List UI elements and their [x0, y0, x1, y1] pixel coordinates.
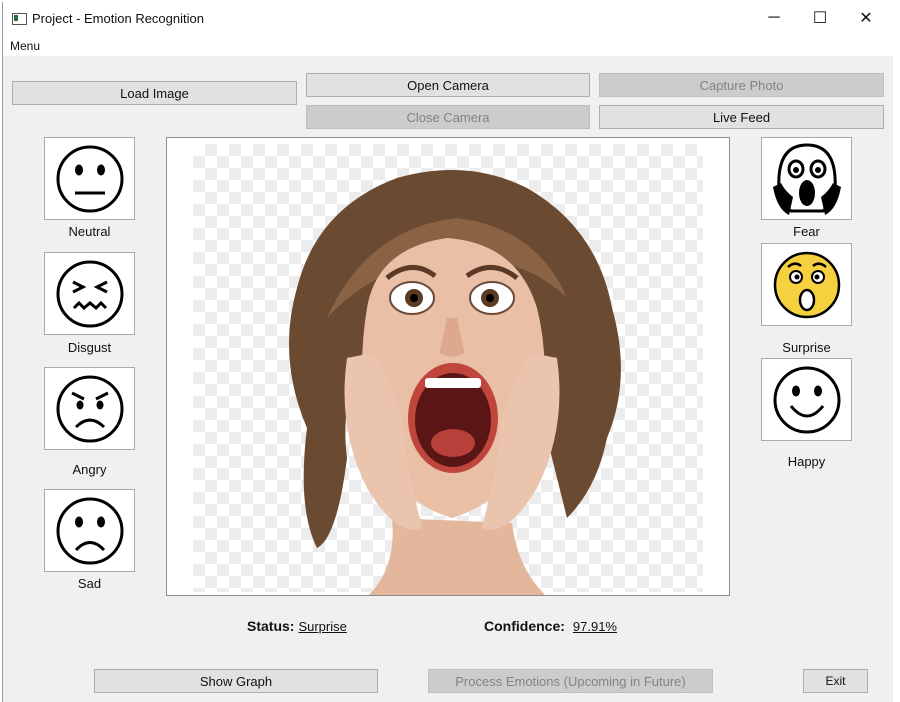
emotion-card-surprise: [761, 243, 852, 326]
capture-photo-button[interactable]: Capture Photo: [599, 73, 884, 97]
app-window: Project - Emotion Recognition ─ ☐ ✕ Menu…: [2, 2, 893, 702]
emotion-label-neutral: Neutral: [68, 224, 111, 239]
surprise-face-icon: [773, 251, 840, 318]
window-title: Project - Emotion Recognition: [32, 11, 204, 26]
minimize-icon: ─: [768, 9, 780, 26]
angry-face-icon: [56, 375, 123, 442]
status-display: Status: Surprise: [247, 618, 347, 634]
confidence-display: Confidence: 97.91%: [484, 618, 617, 634]
load-image-button[interactable]: Load Image: [12, 81, 297, 105]
sad-face-icon: [56, 497, 123, 564]
close-icon: ✕: [859, 10, 873, 27]
emotion-label-surprise: Surprise: [782, 340, 831, 355]
happy-face-icon: [773, 366, 840, 433]
status-label: Status:: [247, 618, 295, 634]
close-camera-button[interactable]: Close Camera: [306, 105, 590, 129]
maximize-button[interactable]: ☐: [797, 2, 843, 34]
neutral-face-icon: [56, 145, 123, 212]
image-display: [166, 137, 730, 596]
confidence-label: Confidence:: [484, 618, 565, 634]
open-camera-button[interactable]: Open Camera: [306, 73, 590, 97]
emotion-card-neutral: [44, 137, 135, 220]
menu-bar: Menu: [3, 34, 893, 56]
title-bar: Project - Emotion Recognition ─ ☐ ✕: [3, 2, 893, 34]
close-button[interactable]: ✕: [843, 2, 889, 34]
emotion-label-disgust: Disgust: [67, 340, 112, 355]
emotion-card-sad: [44, 489, 135, 572]
emotion-label-angry: Angry: [72, 462, 107, 477]
menu-item-menu[interactable]: Menu: [10, 39, 40, 53]
maximize-icon: ☐: [812, 10, 828, 27]
emotion-card-disgust: [44, 252, 135, 335]
fear-face-icon: [772, 142, 841, 215]
app-icon: [12, 13, 27, 25]
live-feed-button[interactable]: Live Feed: [599, 105, 884, 129]
show-graph-button[interactable]: Show Graph: [94, 669, 378, 693]
process-emotions-button[interactable]: Process Emotions (Upcoming in Future): [428, 669, 713, 693]
emotion-card-angry: [44, 367, 135, 450]
emotion-label-fear: Fear: [793, 224, 820, 239]
exit-button[interactable]: Exit: [803, 669, 868, 693]
status-value: Surprise: [298, 619, 347, 634]
confidence-value: 97.91%: [572, 619, 617, 634]
emotion-card-fear: [761, 137, 852, 220]
emotion-card-happy: [761, 358, 852, 441]
minimize-button[interactable]: ─: [751, 2, 797, 34]
emotion-label-sad: Sad: [77, 576, 102, 591]
surprised-woman-photo: [289, 170, 621, 595]
emotion-label-happy: Happy: [787, 454, 826, 469]
disgust-face-icon: [56, 260, 123, 327]
